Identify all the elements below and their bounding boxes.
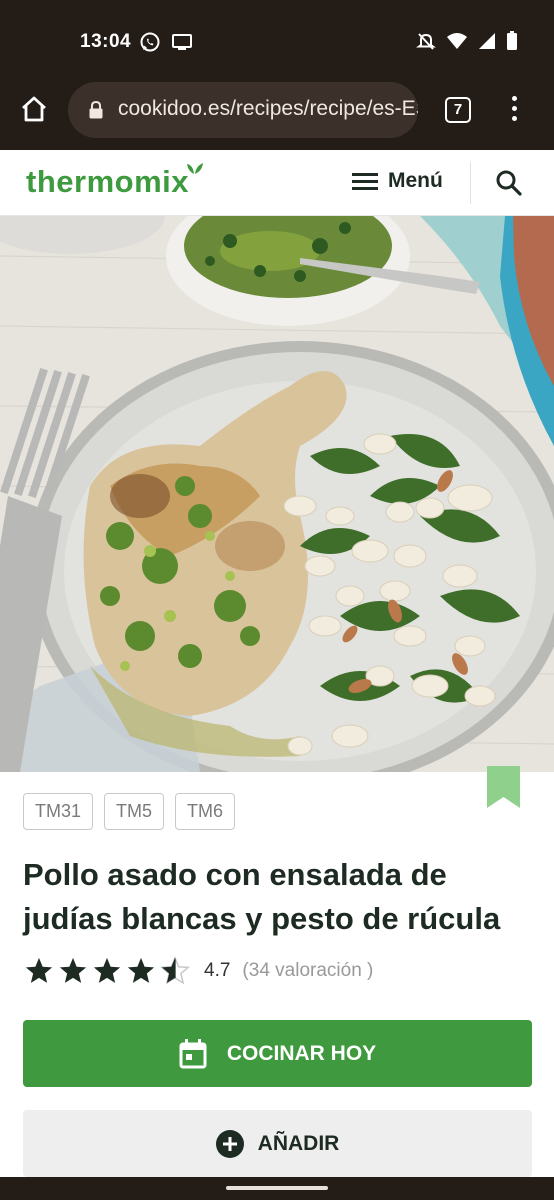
signal-icon bbox=[479, 33, 495, 49]
header-divider bbox=[470, 162, 471, 204]
menu-label: Menú bbox=[388, 169, 443, 192]
cast-icon bbox=[172, 34, 192, 50]
star-icon bbox=[25, 957, 53, 983]
star-icon bbox=[127, 957, 155, 983]
star-icon bbox=[59, 957, 87, 983]
status-bar: 13:04 bbox=[0, 0, 554, 80]
add-circle-icon bbox=[215, 1129, 244, 1158]
wifi-icon bbox=[447, 33, 467, 49]
search-icon[interactable] bbox=[495, 169, 523, 197]
hamburger-icon bbox=[352, 173, 378, 190]
thermomix-logo[interactable]: thermomix bbox=[26, 164, 189, 200]
recipe-hero-image bbox=[0, 216, 554, 772]
browser-menu-icon[interactable] bbox=[508, 96, 520, 124]
tag-tm6: TM6 bbox=[175, 793, 236, 830]
tag-tm31: TM31 bbox=[23, 793, 94, 830]
device-tags: TM31 TM5 TM6 bbox=[23, 793, 236, 830]
star-icon bbox=[93, 957, 121, 983]
home-icon[interactable] bbox=[19, 94, 49, 124]
star-half-icon bbox=[160, 956, 190, 985]
recipe-title: Pollo asado con ensalada de judías blanc… bbox=[23, 857, 501, 936]
address-bar[interactable]: cookidoo.es/recipes/recipe/es-ES/r6 bbox=[68, 82, 418, 138]
alarm-off-icon bbox=[416, 33, 436, 50]
calendar-icon bbox=[179, 1038, 207, 1068]
rating: 4.7 (34 valoración ) bbox=[24, 956, 373, 986]
rating-count[interactable]: (34 valoración ) bbox=[242, 960, 373, 982]
status-icons-right bbox=[416, 31, 518, 51]
add-button[interactable]: AÑADIR bbox=[23, 1110, 532, 1177]
lock-icon bbox=[89, 100, 103, 119]
home-gesture-handle[interactable] bbox=[226, 1186, 328, 1190]
tab-switcher-button[interactable]: 7 bbox=[445, 97, 471, 123]
bookmark-icon[interactable] bbox=[487, 766, 520, 808]
rating-stars bbox=[24, 956, 190, 986]
cook-today-button[interactable]: COCINAR HOY bbox=[23, 1020, 532, 1087]
url-text: cookidoo.es/recipes/recipe/es-ES/r6 bbox=[118, 97, 418, 120]
rating-value: 4.7 bbox=[204, 960, 231, 981]
logo-leaf-icon bbox=[187, 163, 203, 174]
add-label: AÑADIR bbox=[257, 1131, 340, 1155]
recipe-photo bbox=[0, 216, 554, 772]
site-header: thermomix Menú bbox=[0, 150, 554, 216]
system-nav-bar bbox=[0, 1177, 554, 1200]
menu-button[interactable]: Menú bbox=[352, 169, 443, 193]
status-icons-left bbox=[139, 31, 193, 53]
tag-tm5: TM5 bbox=[104, 793, 165, 830]
whatsapp-icon bbox=[140, 32, 160, 52]
battery-icon bbox=[507, 31, 517, 50]
status-time: 13:04 bbox=[80, 31, 132, 52]
cook-today-label: COCINAR HOY bbox=[226, 1041, 377, 1065]
browser-toolbar: cookidoo.es/recipes/recipe/es-ES/r6 7 bbox=[0, 80, 554, 150]
